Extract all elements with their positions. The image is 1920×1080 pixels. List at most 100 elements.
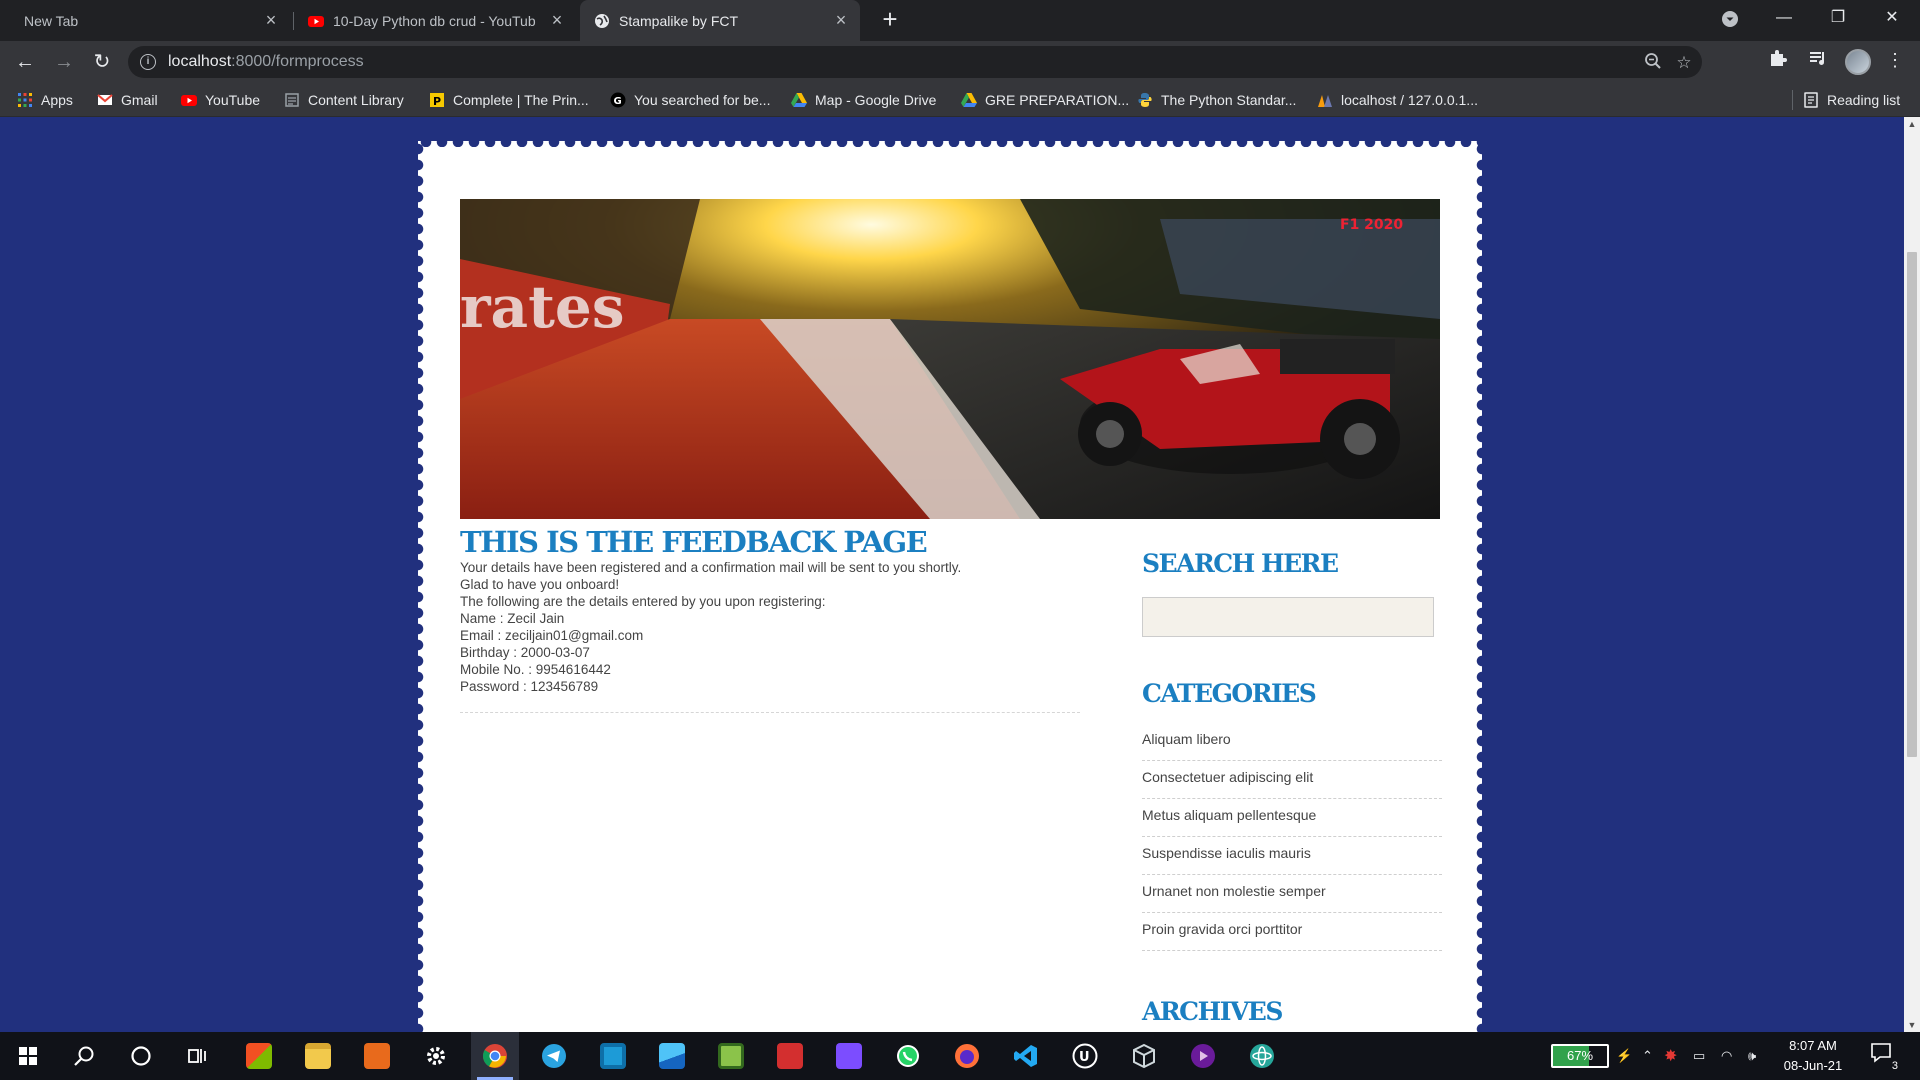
bookmark-star-icon[interactable]: ☆	[1673, 52, 1695, 74]
youtube-icon	[308, 15, 324, 27]
page-scrollbar[interactable]: ▲ ▼	[1904, 117, 1920, 1032]
podcast-icon[interactable]	[1179, 1032, 1227, 1080]
reading-list-label: Reading list	[1827, 92, 1901, 108]
category-link[interactable]: Metus aliquam pellentesque	[1142, 799, 1442, 837]
chevron-up-icon[interactable]: ⌃	[1642, 1032, 1653, 1080]
category-link[interactable]: Proin gravida orci porttitor	[1142, 913, 1442, 951]
excel-sheet-icon[interactable]	[707, 1032, 755, 1080]
tab-title: 10-Day Python db crud - YouTub	[333, 12, 536, 29]
system-clock[interactable]: 8:07 AM 08-Jun-21	[1778, 1036, 1848, 1076]
battery-indicator[interactable]: 67%	[1551, 1044, 1609, 1068]
category-link[interactable]: Suspendisse iaculis mauris	[1142, 837, 1442, 875]
chrome-icon[interactable]	[471, 1032, 519, 1080]
forward-button[interactable]: →	[50, 48, 78, 76]
orange-app-icon[interactable]	[353, 1032, 401, 1080]
acrobat-icon[interactable]	[766, 1032, 814, 1080]
bookmark-map-drive[interactable]: Map - Google Drive	[791, 90, 936, 110]
bookmark-label: YouTube	[205, 92, 261, 108]
vscode-icon[interactable]	[1002, 1032, 1050, 1080]
unreal-icon[interactable]: U	[1061, 1032, 1109, 1080]
profile-avatar[interactable]	[1845, 49, 1871, 75]
bookmark-complete-prin[interactable]: P Complete | The Prin...	[429, 90, 589, 110]
address-bar[interactable]: i localhost:8000/formprocess ☆	[128, 46, 1702, 78]
minimize-button[interactable]: —	[1760, 0, 1808, 36]
clock-time: 8:07 AM	[1789, 1038, 1837, 1053]
visual-studio-icon[interactable]	[825, 1032, 873, 1080]
apps-grid-icon	[18, 93, 32, 107]
close-icon[interactable]: ×	[548, 11, 566, 29]
volume-icon[interactable]: 🕪	[1748, 1032, 1756, 1080]
bookmark-youtube[interactable]: YouTube	[181, 90, 260, 110]
tab-new-tab[interactable]: New Tab ×	[10, 0, 290, 41]
tab-search-button[interactable]	[1706, 0, 1754, 36]
bookmark-label: Apps	[41, 92, 73, 108]
close-icon[interactable]: ×	[832, 11, 850, 29]
feedback-mobile: Mobile No. : 9954616442	[460, 662, 611, 677]
url-host: localhost	[168, 53, 232, 70]
battery-tray-icon[interactable]: ▭	[1693, 1032, 1705, 1080]
extensions-puzzle-icon[interactable]	[1766, 48, 1790, 72]
bookmark-python-standard[interactable]: The Python Standar...	[1137, 90, 1296, 110]
racing-car-photo: rates F1 2020	[460, 199, 1440, 519]
tab-youtube[interactable]: 10-Day Python db crud - YouTub ×	[296, 0, 576, 41]
url-path: :8000/formprocess	[231, 53, 364, 70]
whatsapp-icon[interactable]	[884, 1032, 932, 1080]
bookmark-you-searched[interactable]: G You searched for be...	[610, 90, 770, 110]
wifi-icon[interactable]: ◠	[1721, 1032, 1732, 1080]
cortana-icon[interactable]	[117, 1032, 165, 1080]
back-button[interactable]: ←	[11, 48, 39, 76]
photos-icon[interactable]	[648, 1032, 696, 1080]
bookmark-gmail[interactable]: Gmail	[97, 90, 158, 110]
url-text[interactable]: localhost:8000/formprocess	[168, 53, 364, 71]
task-view-icon[interactable]	[173, 1032, 221, 1080]
new-tab-button[interactable]: +	[878, 6, 902, 32]
scroll-down-arrow-icon[interactable]: ▼	[1904, 1018, 1920, 1032]
atom-icon[interactable]	[1238, 1032, 1286, 1080]
header-banner-image: rates F1 2020	[460, 199, 1440, 519]
sidebar-search-input[interactable]	[1142, 597, 1434, 637]
tab-stampalike[interactable]: Stampalike by FCT ×	[580, 0, 860, 41]
notification-center-icon[interactable]: 3	[1868, 1042, 1898, 1072]
file-explorer-icon[interactable]	[294, 1032, 342, 1080]
box-3d-icon[interactable]	[1120, 1032, 1168, 1080]
scroll-up-arrow-icon[interactable]: ▲	[1904, 117, 1920, 131]
store-icon[interactable]	[235, 1032, 283, 1080]
bookmark-content-library[interactable]: Content Library	[284, 90, 404, 110]
zoom-icon[interactable]	[1642, 52, 1664, 74]
reading-list-button[interactable]: Reading list	[1803, 90, 1900, 110]
bookmark-label: localhost / 127.0.0.1...	[1341, 92, 1478, 108]
site-info-icon[interactable]: i	[140, 54, 156, 70]
bookmark-apps[interactable]: Apps	[17, 90, 73, 110]
youtube-icon	[181, 95, 197, 106]
svg-text:P: P	[433, 95, 441, 108]
category-link[interactable]: Urnanet non molestie semper	[1142, 875, 1442, 913]
bookmark-label: Complete | The Prin...	[453, 92, 589, 108]
settings-icon[interactable]	[412, 1032, 460, 1080]
banner-logo: F1 2020	[1340, 217, 1403, 233]
firefox-icon[interactable]	[943, 1032, 991, 1080]
svg-text:G: G	[614, 96, 622, 107]
power-plug-icon[interactable]: ⚡	[1616, 1032, 1632, 1080]
categories-heading: CATEGORIES	[1142, 679, 1317, 708]
category-link[interactable]: Aliquam libero	[1142, 729, 1442, 761]
bookmark-gre-preparation[interactable]: GRE PREPARATION...	[961, 90, 1129, 110]
categories-list: Aliquam libero Consectetuer adipiscing e…	[1142, 729, 1442, 951]
category-link[interactable]: Consectetuer adipiscing elit	[1142, 761, 1442, 799]
search-icon[interactable]	[60, 1032, 108, 1080]
antivirus-icon[interactable]: ✸	[1664, 1032, 1677, 1080]
bookmark-label: The Python Standar...	[1161, 92, 1297, 108]
browser-toolbar: ← → ↻ i localhost:8000/formprocess ☆	[0, 41, 1920, 83]
close-icon[interactable]: ×	[262, 11, 280, 29]
telegram-icon[interactable]	[530, 1032, 578, 1080]
clock-date: 08-Jun-21	[1783, 1058, 1843, 1073]
scrollbar-thumb[interactable]	[1907, 252, 1917, 757]
windows-start-icon[interactable]	[4, 1032, 52, 1080]
stamp-perforation-left	[412, 141, 424, 1032]
restore-button[interactable]: ❐	[1814, 0, 1862, 36]
reload-button[interactable]: ↻	[88, 48, 116, 76]
blue-app-icon[interactable]	[589, 1032, 637, 1080]
close-window-button[interactable]: ✕	[1868, 0, 1916, 36]
bookmark-localhost-phpmyadmin[interactable]: localhost / 127.0.0.1...	[1317, 90, 1478, 110]
media-queue-icon[interactable]	[1806, 48, 1830, 72]
menu-kebab-icon[interactable]: ⋮	[1883, 48, 1907, 72]
